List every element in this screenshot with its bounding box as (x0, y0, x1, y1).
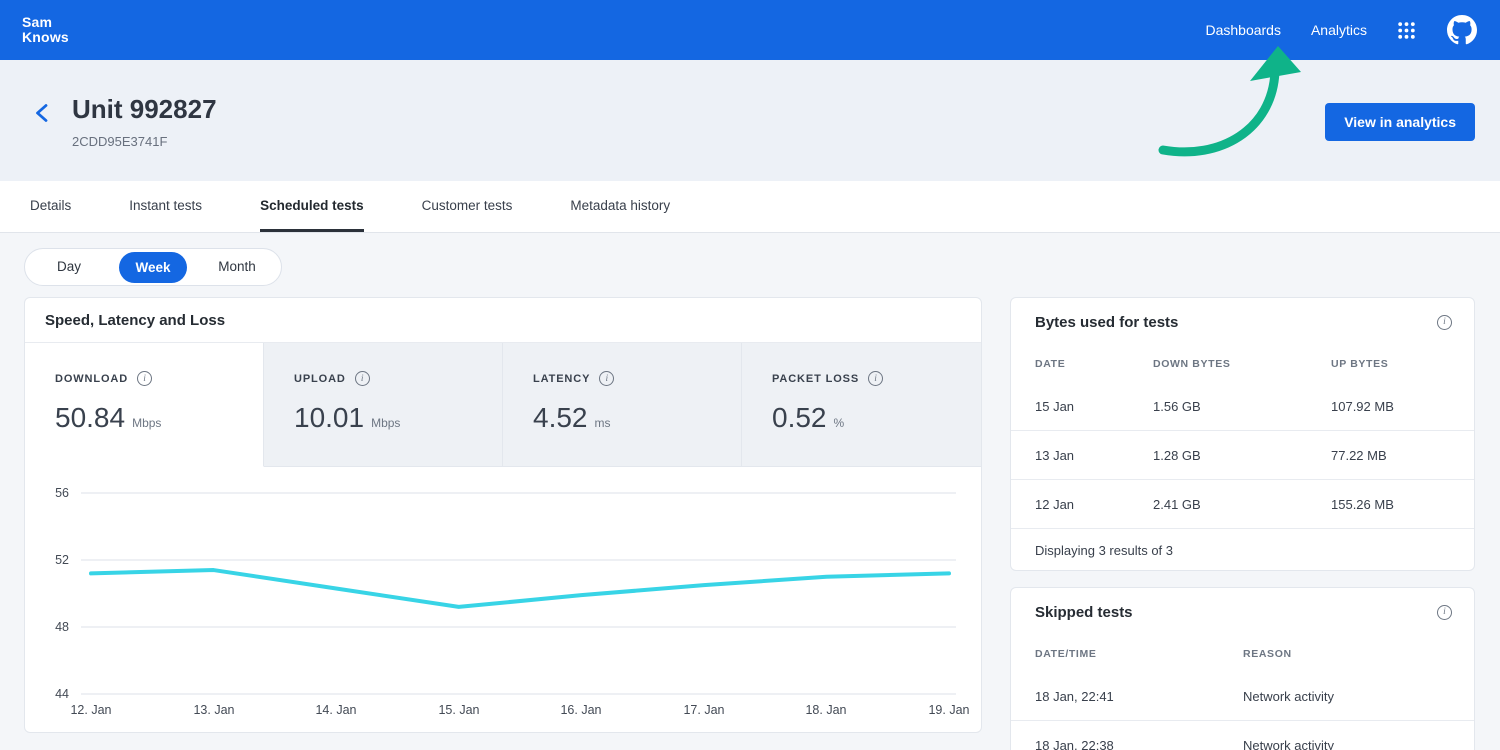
cell-down: 2.41 GB (1153, 497, 1331, 512)
xtick-12-jan: 12. Jan (51, 703, 131, 717)
xtick-14-jan: 14. Jan (296, 703, 376, 717)
logo-line1: Sam (22, 15, 69, 30)
cell-down: 1.56 GB (1153, 399, 1331, 414)
download-unit: Mbps (132, 416, 161, 430)
cell-datetime: 18 Jan, 22:41 (1035, 689, 1243, 704)
download-label: DOWNLOAD (55, 373, 128, 385)
download-info-icon[interactable]: i (137, 371, 152, 386)
page-title: Unit 992827 (72, 94, 217, 125)
back-button[interactable] (30, 100, 56, 126)
bytes-card-title: Bytes used for tests (1035, 314, 1178, 331)
speed-latency-loss-card: Speed, Latency and Loss DOWNLOAD i 50.84… (24, 297, 982, 733)
xtick-18-jan: 18. Jan (786, 703, 866, 717)
packet-loss-unit: % (834, 416, 845, 430)
bytes-results-count: Displaying 3 results of 3 (1011, 529, 1474, 572)
ytick-44: 44 (25, 684, 69, 704)
metric-tile-latency[interactable]: LATENCY i 4.52 ms (503, 343, 742, 467)
metric-tile-download[interactable]: DOWNLOAD i 50.84 Mbps (25, 343, 264, 467)
latency-unit: ms (595, 416, 611, 430)
top-navigation-bar: Sam Knows Dashboards Analytics (0, 0, 1500, 60)
latency-info-icon[interactable]: i (599, 371, 614, 386)
period-month[interactable]: Month (195, 250, 279, 284)
top-nav-links: Dashboards Analytics (1205, 14, 1478, 46)
table-row: 12 Jan 2.41 GB 155.26 MB (1011, 480, 1474, 529)
xtick-15-jan: 15. Jan (419, 703, 499, 717)
download-trend-chart: 56 52 48 44 12. Jan 13. Jan 14. Jan 15. … (25, 467, 981, 733)
skipped-info-icon[interactable]: i (1437, 605, 1452, 620)
table-row: 18 Jan, 22:41 Network activity (1011, 672, 1474, 721)
tab-scheduled-tests[interactable]: Scheduled tests (260, 181, 364, 232)
cell-date: 15 Jan (1035, 399, 1153, 414)
upload-unit: Mbps (371, 416, 400, 430)
table-row: 18 Jan, 22:38 Network activity (1011, 721, 1474, 750)
metric-tiles: DOWNLOAD i 50.84 Mbps UPLOAD i 10.01 Mbp… (25, 343, 981, 467)
unit-tabs: Details Instant tests Scheduled tests Cu… (0, 181, 1500, 233)
cell-datetime: 18 Jan, 22:38 (1035, 738, 1243, 750)
ytick-56: 56 (25, 483, 69, 503)
unit-header: Unit 992827 2CDD95E3741F View in analyti… (0, 60, 1500, 181)
col-reason: REASON (1243, 648, 1450, 660)
table-row: 15 Jan 1.56 GB 107.92 MB (1011, 382, 1474, 431)
skipped-table-header: DATE/TIME REASON (1011, 636, 1474, 672)
latency-value: 4.52 (533, 402, 588, 434)
nav-analytics[interactable]: Analytics (1311, 22, 1367, 38)
logo-line2: Knows (22, 30, 69, 45)
skipped-card-title: Skipped tests (1035, 604, 1133, 621)
xtick-16-jan: 16. Jan (541, 703, 621, 717)
cell-reason: Network activity (1243, 689, 1450, 704)
unit-identifier: 2CDD95E3741F (72, 134, 217, 149)
download-value: 50.84 (55, 402, 125, 434)
upload-label: UPLOAD (294, 373, 346, 385)
tab-metadata-history[interactable]: Metadata history (570, 181, 670, 232)
xtick-13-jan: 13. Jan (174, 703, 254, 717)
period-week[interactable]: Week (119, 252, 187, 283)
apps-grid-icon[interactable] (1397, 21, 1416, 40)
metric-tile-packet-loss[interactable]: PACKET LOSS i 0.52 % (742, 343, 981, 467)
col-down-bytes: DOWN BYTES (1153, 358, 1331, 370)
skipped-tests-card: Skipped tests i DATE/TIME REASON 18 Jan,… (1010, 587, 1475, 750)
period-toggle: Day Week Month (24, 248, 282, 286)
packet-loss-value: 0.52 (772, 402, 827, 434)
chart-card-title: Speed, Latency and Loss (45, 312, 225, 329)
upload-value: 10.01 (294, 402, 364, 434)
xtick-17-jan: 17. Jan (664, 703, 744, 717)
user-avatar[interactable] (1446, 14, 1478, 46)
samknows-logo[interactable]: Sam Knows (22, 15, 69, 44)
cell-down: 1.28 GB (1153, 448, 1331, 463)
github-mark-icon (1447, 15, 1477, 45)
period-day[interactable]: Day (27, 250, 111, 284)
col-date: DATE (1035, 358, 1153, 370)
cell-up: 107.92 MB (1331, 399, 1450, 414)
latency-label: LATENCY (533, 373, 590, 385)
upload-info-icon[interactable]: i (355, 371, 370, 386)
nav-dashboards[interactable]: Dashboards (1205, 22, 1281, 38)
xtick-19-jan: 19. Jan (909, 703, 989, 717)
bytes-table-header: DATE DOWN BYTES UP BYTES (1011, 346, 1474, 382)
col-up-bytes: UP BYTES (1331, 358, 1450, 370)
cell-up: 155.26 MB (1331, 497, 1450, 512)
tab-instant-tests[interactable]: Instant tests (129, 181, 202, 232)
tab-customer-tests[interactable]: Customer tests (422, 181, 513, 232)
tab-details[interactable]: Details (30, 181, 71, 232)
bytes-used-card: Bytes used for tests i DATE DOWN BYTES U… (1010, 297, 1475, 571)
ytick-48: 48 (25, 617, 69, 637)
packet-loss-info-icon[interactable]: i (868, 371, 883, 386)
cell-reason: Network activity (1243, 738, 1450, 750)
scheduled-tests-content: Day Week Month Speed, Latency and Loss D… (0, 233, 1500, 750)
cell-date: 13 Jan (1035, 448, 1153, 463)
cell-up: 77.22 MB (1331, 448, 1450, 463)
metric-tile-upload[interactable]: UPLOAD i 10.01 Mbps (264, 343, 503, 467)
ytick-52: 52 (25, 550, 69, 570)
col-datetime: DATE/TIME (1035, 648, 1243, 660)
cell-date: 12 Jan (1035, 497, 1153, 512)
download-trend-svg (25, 467, 981, 733)
view-in-analytics-button[interactable]: View in analytics (1325, 103, 1475, 141)
table-row: 13 Jan 1.28 GB 77.22 MB (1011, 431, 1474, 480)
bytes-info-icon[interactable]: i (1437, 315, 1452, 330)
packet-loss-label: PACKET LOSS (772, 373, 859, 385)
